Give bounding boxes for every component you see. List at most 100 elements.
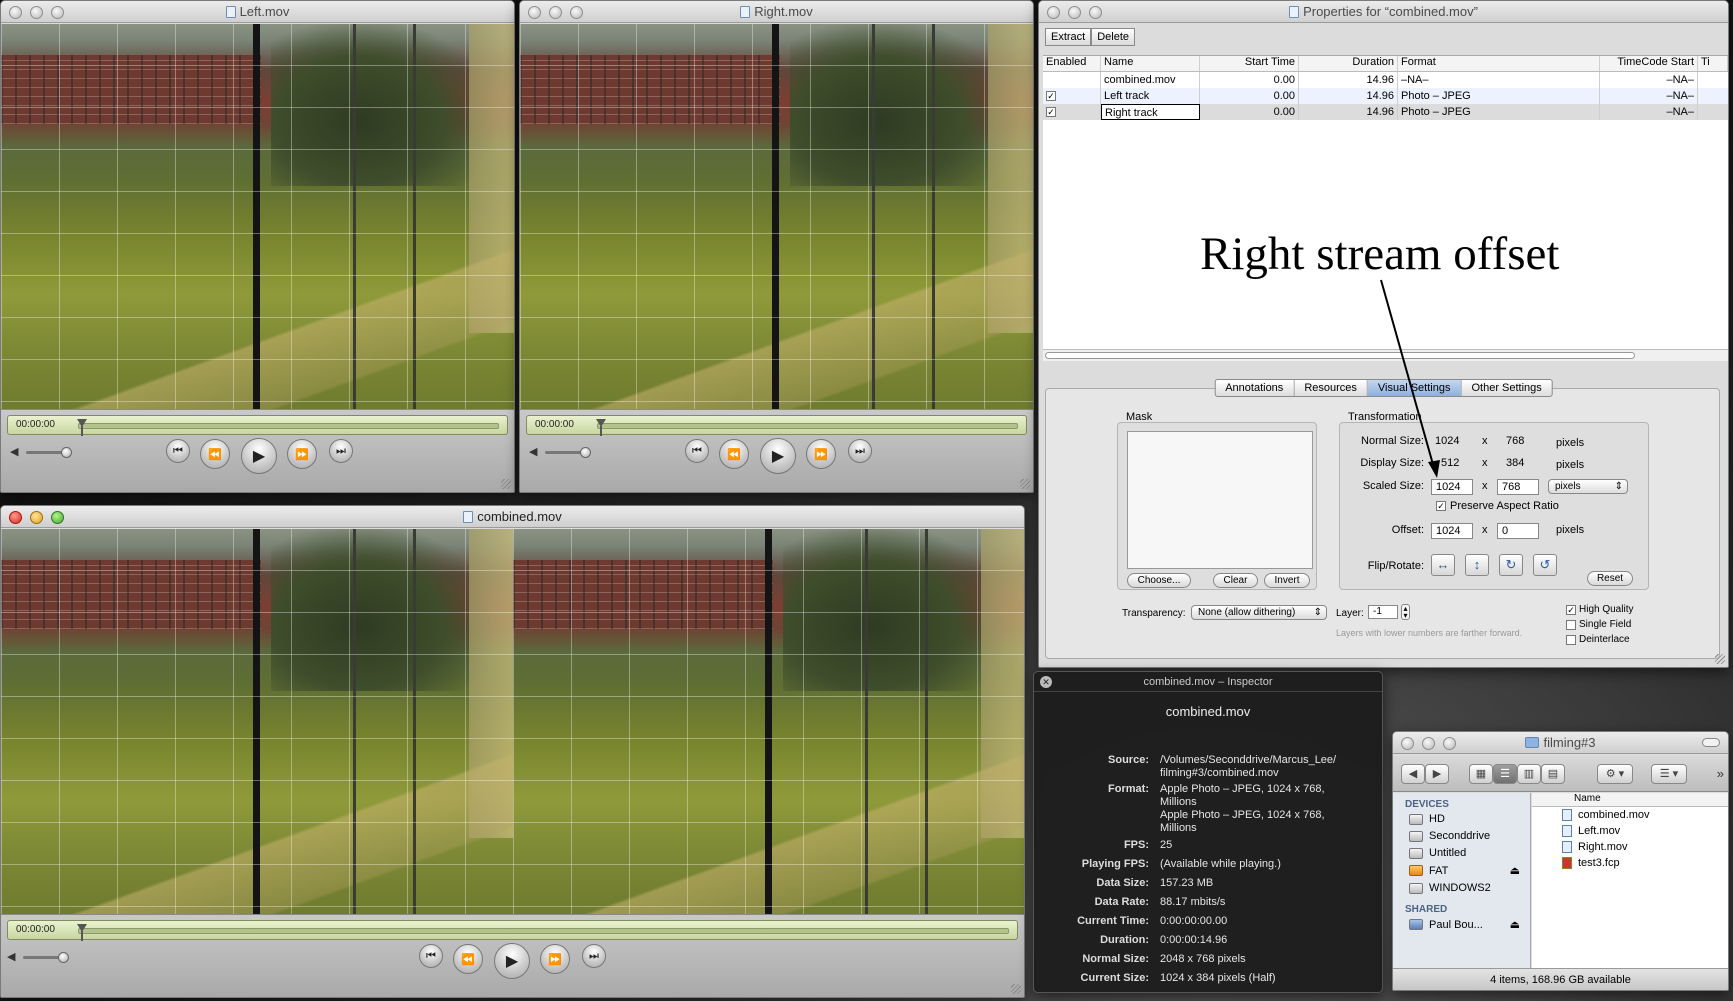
preserve-aspect-checkbox[interactable]: ✓	[1436, 501, 1446, 511]
playhead[interactable]	[596, 419, 607, 437]
gear-icon[interactable]: ⚙ ▾	[1597, 764, 1633, 784]
flip-vertical-icon[interactable]: ↕	[1465, 554, 1489, 576]
right-timeline[interactable]: 00:00:00	[526, 415, 1027, 436]
list-item[interactable]: Right.mov	[1532, 839, 1728, 855]
offset-x-field[interactable]	[1431, 523, 1473, 539]
volume-knob[interactable]	[580, 447, 591, 458]
extract-button[interactable]: Extract	[1045, 28, 1092, 46]
to-end-button[interactable]: ⏭	[582, 944, 606, 968]
zoom-button[interactable]	[51, 511, 64, 524]
finder-titlebar[interactable]: filming#3	[1393, 732, 1728, 754]
to-start-button[interactable]: ⏮	[685, 439, 709, 463]
tab-annotations[interactable]: Annotations	[1215, 380, 1295, 396]
close-button[interactable]	[9, 6, 22, 19]
scrubber-track[interactable]	[596, 419, 1018, 436]
close-button[interactable]	[1401, 737, 1414, 750]
name-column-header[interactable]: Name	[1532, 793, 1728, 807]
enabled-checkbox[interactable]: ✓	[1046, 91, 1056, 102]
column-enabled[interactable]: Enabled	[1043, 56, 1101, 71]
list-item[interactable]: test3.fcp	[1532, 855, 1728, 871]
combined-video-right-half[interactable]	[513, 529, 1024, 915]
play-button[interactable]: ▶	[494, 943, 530, 979]
play-button[interactable]: ▶	[241, 438, 277, 474]
single-field-checkbox[interactable]	[1566, 619, 1576, 630]
combined-video-left-half[interactable]	[1, 529, 513, 915]
table-row[interactable]: combined.mov 0.00 14.96 –NA– –NA–	[1043, 72, 1728, 88]
eject-icon[interactable]: ⏏	[1510, 918, 1520, 931]
minimize-button[interactable]	[30, 511, 43, 524]
combined-window-titlebar[interactable]: combined.mov	[1, 506, 1024, 528]
rewind-button[interactable]: ⏪	[200, 439, 230, 469]
shared-section[interactable]: SHARED	[1393, 896, 1530, 915]
tab-resources[interactable]: Resources	[1294, 380, 1368, 396]
high-quality-checkbox[interactable]: ✓	[1566, 604, 1576, 615]
resize-grip[interactable]	[1715, 654, 1725, 664]
play-button[interactable]: ▶	[760, 438, 796, 474]
scaled-width-field[interactable]	[1431, 479, 1473, 495]
toolbar-toggle-button[interactable]	[1702, 738, 1720, 747]
sidebar-item-seconddrive[interactable]: Seconddrive	[1393, 827, 1530, 844]
layer-field[interactable]	[1368, 605, 1398, 619]
sidebar-item-fat[interactable]: FAT ⏏	[1393, 861, 1530, 879]
tab-other-settings[interactable]: Other Settings	[1461, 380, 1551, 396]
minimize-button[interactable]	[1422, 737, 1435, 750]
forward-button[interactable]: ▶	[1425, 764, 1449, 784]
reset-button[interactable]: Reset	[1587, 571, 1633, 586]
list-item[interactable]: combined.mov	[1532, 807, 1728, 823]
playhead[interactable]	[77, 924, 88, 942]
sidebar-item-untitled[interactable]: Untitled	[1393, 844, 1530, 861]
arrange-icon[interactable]: ☰ ▾	[1651, 764, 1687, 784]
resize-grip[interactable]	[501, 479, 511, 489]
flip-horizontal-icon[interactable]: ↔	[1431, 554, 1455, 576]
row-enabled[interactable]	[1043, 72, 1101, 88]
rotate-counterclockwise-icon[interactable]: ↺	[1533, 554, 1557, 576]
rotate-clockwise-icon[interactable]: ↻	[1499, 554, 1523, 576]
mask-preview[interactable]	[1127, 431, 1313, 569]
to-end-button[interactable]: ⏭	[329, 439, 353, 463]
right-video-frame[interactable]	[520, 24, 1033, 410]
scaled-unit-popup[interactable]: pixels ⇕	[1548, 479, 1628, 494]
fast-forward-button[interactable]: ⏩	[540, 944, 570, 974]
horizontal-scrollbar[interactable]	[1043, 349, 1728, 361]
fast-forward-button[interactable]: ⏩	[806, 439, 836, 469]
scaled-height-field[interactable]	[1497, 479, 1539, 495]
fast-forward-button[interactable]: ⏩	[287, 439, 317, 469]
zoom-button[interactable]	[51, 6, 64, 19]
column-timecode-start[interactable]: TimeCode Start	[1600, 56, 1698, 71]
zoom-button[interactable]	[570, 6, 583, 19]
mask-invert-button[interactable]: Invert	[1264, 573, 1310, 588]
volume-knob[interactable]	[61, 447, 72, 458]
zoom-button[interactable]	[1443, 737, 1456, 750]
deinterlace-checkbox[interactable]	[1566, 634, 1576, 645]
column-duration[interactable]: Duration	[1299, 56, 1398, 71]
resize-grip[interactable]	[1011, 984, 1021, 994]
rewind-button[interactable]: ⏪	[719, 439, 749, 469]
left-video-frame[interactable]	[1, 24, 514, 410]
sidebar-item-shared[interactable]: Paul Bou... ⏏	[1393, 915, 1530, 933]
sidebar-item-windows2[interactable]: WINDOWS2	[1393, 879, 1530, 896]
list-view-icon[interactable]: ☰	[1493, 764, 1517, 784]
tab-visual-settings[interactable]: Visual Settings	[1367, 380, 1462, 396]
delete-button[interactable]: Delete	[1091, 28, 1136, 46]
combined-timeline[interactable]: 00:00:00	[7, 920, 1018, 942]
column-start-time[interactable]: Start Time	[1200, 56, 1299, 71]
column-format[interactable]: Format	[1398, 56, 1600, 71]
rewind-button[interactable]: ⏪	[453, 944, 483, 974]
to-end-button[interactable]: ⏭	[848, 439, 872, 463]
mask-choose-button[interactable]: Choose...	[1127, 573, 1191, 588]
column-ti[interactable]: Ti	[1698, 56, 1728, 71]
zoom-button[interactable]	[1089, 6, 1102, 19]
minimize-button[interactable]	[549, 6, 562, 19]
mask-clear-button[interactable]: Clear	[1213, 573, 1258, 588]
row-enabled[interactable]: ✓	[1043, 88, 1101, 104]
close-button[interactable]	[1047, 6, 1060, 19]
close-icon[interactable]: ✕	[1040, 676, 1052, 688]
transparency-popup[interactable]: None (allow dithering) ⇕	[1191, 605, 1327, 620]
coverflow-view-icon[interactable]: ▤	[1541, 764, 1565, 784]
deinterlace-row[interactable]: Deinterlace	[1566, 634, 1630, 645]
single-field-row[interactable]: Single Field	[1566, 619, 1631, 630]
back-button[interactable]: ◀	[1401, 764, 1425, 784]
left-window-titlebar[interactable]: Left.mov	[1, 1, 514, 23]
minimize-button[interactable]	[1068, 6, 1081, 19]
resize-grip[interactable]	[1020, 479, 1030, 489]
